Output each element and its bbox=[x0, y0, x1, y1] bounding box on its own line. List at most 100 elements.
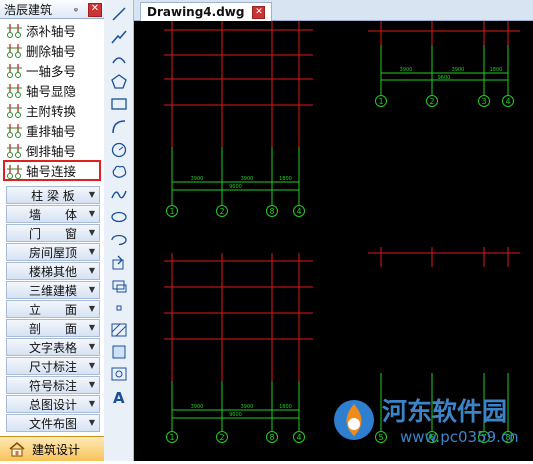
command-label: 轴号连接 bbox=[26, 164, 77, 179]
dimension-text: 1800 bbox=[279, 176, 292, 182]
rectangle-icon[interactable] bbox=[110, 95, 128, 113]
category-label: 符号标注 bbox=[28, 378, 77, 393]
command-axis-delete[interactable]: 删除轴号 bbox=[0, 40, 104, 60]
draw-toolbar: A bbox=[104, 0, 134, 461]
category-item[interactable]: 门 窗 ▼ bbox=[6, 224, 100, 242]
palette-title-bar[interactable]: 浩辰建筑 ᵩ ✕ bbox=[0, 0, 104, 19]
svg-text:A: A bbox=[113, 389, 125, 406]
category-label: 文件布图 bbox=[28, 416, 77, 431]
chevron-down-icon: ▼ bbox=[88, 190, 95, 199]
axis-number: 2 bbox=[219, 207, 224, 216]
category-item[interactable]: 总图设计 ▼ bbox=[6, 395, 100, 413]
palette-title: 浩辰建筑 bbox=[4, 2, 53, 17]
text-icon[interactable]: A bbox=[110, 388, 128, 406]
arc-polyline-icon[interactable] bbox=[110, 51, 128, 69]
insert-block-icon[interactable] bbox=[110, 254, 128, 272]
chevron-down-icon: ▼ bbox=[88, 304, 95, 313]
chevron-down-icon: ▼ bbox=[88, 247, 95, 256]
ellipse-arc-icon[interactable] bbox=[110, 231, 128, 249]
category-label: 楼梯其他 bbox=[28, 264, 77, 279]
category-item[interactable]: 剖 面 ▼ bbox=[6, 319, 100, 337]
axis-multi-number-icon bbox=[7, 64, 22, 78]
command-axis-renumber[interactable]: 重排轴号 bbox=[0, 120, 104, 140]
axis-number: 8 bbox=[269, 207, 274, 216]
tab-drawing4[interactable]: Drawing4.dwg ✕ bbox=[140, 2, 273, 21]
command-axis-add[interactable]: 添补轴号 bbox=[0, 20, 104, 40]
circle-icon[interactable] bbox=[110, 141, 128, 159]
category-item[interactable]: 柱 梁 板 ▼ bbox=[6, 186, 100, 204]
dimension-text: 9600 bbox=[229, 184, 242, 190]
revision-cloud-icon[interactable] bbox=[110, 163, 128, 181]
dimension-text: 3900 bbox=[400, 67, 413, 73]
category-item[interactable]: 楼梯其他 ▼ bbox=[6, 262, 100, 280]
category-label: 剖 面 bbox=[28, 321, 77, 336]
command-axis-show-hide[interactable]: 轴号显隐 bbox=[0, 80, 104, 100]
chevron-down-icon: ▼ bbox=[88, 418, 95, 427]
command-axis-main-sub-convert[interactable]: 主附转换 bbox=[0, 100, 104, 120]
watermark-logo-icon bbox=[334, 400, 374, 440]
command-label: 添补轴号 bbox=[26, 23, 77, 39]
command-axis-connect[interactable]: 轴号连接 bbox=[3, 160, 101, 181]
axis-main-sub-convert-icon bbox=[7, 104, 22, 118]
point-icon[interactable] bbox=[110, 299, 128, 317]
category-label: 柱 梁 板 bbox=[31, 188, 75, 203]
command-axis-reverse[interactable]: 倒排轴号 bbox=[0, 140, 104, 160]
category-item[interactable]: 符号标注 ▼ bbox=[6, 376, 100, 394]
watermark-url: www.pc0359.cn bbox=[400, 428, 519, 446]
bottom-tab-label: 建筑设计 bbox=[32, 442, 81, 457]
axis-number: 1 bbox=[169, 207, 174, 216]
hatch-icon[interactable] bbox=[110, 321, 128, 339]
category-item[interactable]: 文件布图 ▼ bbox=[6, 414, 100, 432]
dimension-text: 3900 bbox=[191, 404, 204, 410]
command-label: 倒排轴号 bbox=[26, 143, 77, 159]
spline-icon[interactable] bbox=[110, 186, 128, 204]
category-item[interactable]: 房间屋顶 ▼ bbox=[6, 243, 100, 261]
make-block-icon[interactable] bbox=[110, 276, 128, 294]
polygon-icon[interactable] bbox=[110, 73, 128, 91]
category-item[interactable]: 立 面 ▼ bbox=[6, 300, 100, 318]
tab-close-button[interactable]: ✕ bbox=[252, 5, 266, 19]
ellipse-icon[interactable] bbox=[110, 208, 128, 226]
polyline-icon[interactable] bbox=[110, 28, 128, 46]
category-label: 总图设计 bbox=[28, 397, 77, 412]
command-label: 轴号显隐 bbox=[26, 83, 77, 99]
palette-close-button[interactable]: ✕ bbox=[88, 3, 102, 17]
axis-number: 1 bbox=[378, 97, 383, 106]
category-label: 门 窗 bbox=[28, 226, 77, 241]
category-item[interactable]: 三维建模 ▼ bbox=[6, 281, 100, 299]
command-axis-multi-number[interactable]: 一轴多号 bbox=[0, 60, 104, 80]
command-label: 重排轴号 bbox=[26, 123, 77, 139]
chevron-down-icon: ▼ bbox=[88, 209, 95, 218]
axis-delete-icon bbox=[7, 44, 22, 58]
chevron-down-icon: ▼ bbox=[88, 266, 95, 275]
dimension-text: 3900 bbox=[452, 67, 465, 73]
axis-number: 2 bbox=[429, 97, 434, 106]
pin-icon[interactable]: ᵩ bbox=[70, 3, 82, 15]
category-item[interactable]: 墙 体 ▼ bbox=[6, 205, 100, 223]
command-list: 添补轴号删除轴号 一轴多号轴号显隐主附转换重排轴号倒排轴号轴号连接 bbox=[0, 20, 104, 181]
tool-palette: 浩辰建筑 ᵩ ✕ 添补轴号删除轴号 一轴多号轴号显隐主附转换重排轴号倒排轴号轴号连… bbox=[0, 0, 105, 461]
table-icon[interactable] bbox=[110, 365, 128, 383]
arc-icon[interactable] bbox=[110, 118, 128, 136]
command-label: 主附转换 bbox=[26, 103, 77, 119]
command-label: 删除轴号 bbox=[26, 43, 77, 59]
dimension-text: 1800 bbox=[490, 67, 503, 73]
axis-number: 4 bbox=[296, 207, 301, 216]
architecture-design-tab[interactable]: 建筑设计 bbox=[0, 436, 104, 461]
category-item[interactable]: 尺寸标注 ▼ bbox=[6, 357, 100, 375]
category-list: 柱 梁 板 ▼ 墙 体 ▼ 门 窗 ▼ 房间屋顶 ▼ 楼梯其他 ▼ 三维建模 ▼ 立 面 ▼ 剖 面 ▼ 文字表… bbox=[6, 186, 100, 433]
category-label: 房间屋顶 bbox=[28, 245, 77, 260]
category-label: 墙 体 bbox=[28, 207, 77, 222]
category-label: 文字表格 bbox=[28, 340, 77, 355]
axis-add-icon bbox=[7, 24, 22, 38]
dimension-text: 3900 bbox=[191, 176, 204, 182]
category-item[interactable]: 文字表格 ▼ bbox=[6, 338, 100, 356]
dimension-text: 9600 bbox=[229, 412, 242, 418]
chevron-down-icon: ▼ bbox=[88, 285, 95, 294]
category-label: 立 面 bbox=[28, 302, 77, 317]
region-icon[interactable] bbox=[110, 343, 128, 361]
line-icon[interactable] bbox=[110, 5, 128, 23]
axis-number: 4 bbox=[296, 433, 301, 442]
dimension-text: 3900 bbox=[241, 404, 254, 410]
axis-number: 1 bbox=[169, 433, 174, 442]
